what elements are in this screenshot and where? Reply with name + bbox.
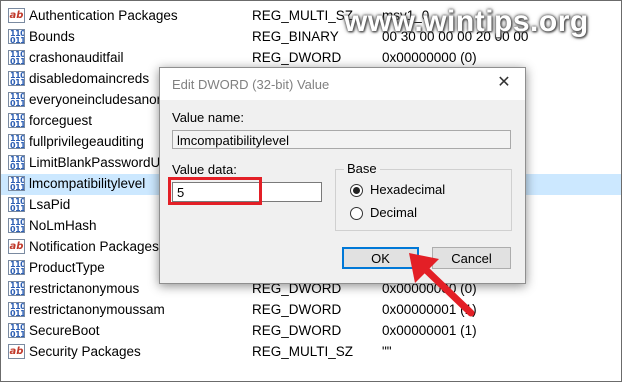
registry-value-row[interactable]: 110 011 crashonauditfail REG_DWORD 0x000000… xyxy=(1,48,621,69)
registry-value-type: REG_DWORD xyxy=(252,50,342,65)
binary-value-icon: 110 011 xyxy=(8,260,25,275)
string-value-icon: ab xyxy=(8,344,25,359)
registry-value-data: "" xyxy=(382,344,392,359)
value-name-field: lmcompatibilitylevel xyxy=(172,130,511,149)
binary-value-icon: 110 011 xyxy=(8,155,25,170)
binary-value-icon: 110 011 xyxy=(8,323,25,338)
base-group: Base Hexadecimal Decimal xyxy=(335,161,512,231)
value-data-label: Value data: xyxy=(172,162,237,177)
binary-value-icon: 110 011 xyxy=(8,134,25,149)
decimal-radio[interactable] xyxy=(350,207,363,220)
registry-value-type: REG_BINARY xyxy=(252,29,339,44)
binary-value-icon: 110 011 xyxy=(8,29,25,44)
registry-value-row[interactable]: 110 011 SecureBoot REG_DWORD 0x00000001 (1) xyxy=(1,321,621,342)
string-value-icon: ab xyxy=(8,8,25,23)
registry-value-data: 0x00000001 (1) xyxy=(382,323,477,338)
registry-value-name: Authentication Packages xyxy=(29,8,178,23)
base-group-label: Base xyxy=(344,161,380,176)
arrow-shaft xyxy=(419,263,475,317)
value-data-highlight-box xyxy=(168,177,262,205)
registry-value-name: SecureBoot xyxy=(29,323,100,338)
registry-value-name: restrictanonymoussam xyxy=(29,302,165,317)
registry-value-data: 0x00000000 (0) xyxy=(382,50,477,65)
decimal-label[interactable]: Decimal xyxy=(370,205,417,220)
binary-value-icon: 110 011 xyxy=(8,92,25,107)
dialog-title: Edit DWORD (32-bit) Value xyxy=(172,77,330,92)
value-name-label: Value name: xyxy=(172,110,245,125)
radio-selected-dot xyxy=(353,187,360,194)
binary-value-icon: 110 011 xyxy=(8,218,25,233)
watermark: www.wintips.org xyxy=(344,5,589,38)
registry-value-type: REG_MULTI_SZ xyxy=(252,344,354,359)
close-icon[interactable]: ✕ xyxy=(493,72,515,94)
registry-value-type: REG_MULTI_SZ xyxy=(252,8,354,23)
binary-value-icon: 110 011 xyxy=(8,71,25,86)
registry-value-name: Security Packages xyxy=(29,344,141,359)
binary-value-icon: 110 011 xyxy=(8,50,25,65)
red-arrow-annotation xyxy=(409,253,475,317)
registry-value-type: REG_DWORD xyxy=(252,302,342,317)
binary-value-icon: 110 011 xyxy=(8,302,25,317)
string-value-icon: ab xyxy=(8,239,25,254)
registry-value-row[interactable]: ab Security Packages REG_MULTI_SZ "" xyxy=(1,342,621,363)
binary-value-icon: 110 011 xyxy=(8,281,25,296)
registry-value-name: crashonauditfail xyxy=(29,50,124,65)
binary-value-icon: 110 011 xyxy=(8,113,25,128)
hexadecimal-label[interactable]: Hexadecimal xyxy=(370,182,445,197)
registry-value-name: Bounds xyxy=(29,29,75,44)
binary-value-icon: 110 011 xyxy=(8,197,25,212)
registry-value-type: REG_DWORD xyxy=(252,323,342,338)
hexadecimal-radio[interactable] xyxy=(350,184,363,197)
registry-value-row[interactable]: 110 011 restrictanonymoussam REG_DWORD 0x00… xyxy=(1,300,621,321)
binary-value-icon: 110 011 xyxy=(8,176,25,191)
registry-editor-window: ab Authentication Packages REG_MULTI_SZ msv… xyxy=(0,0,622,382)
